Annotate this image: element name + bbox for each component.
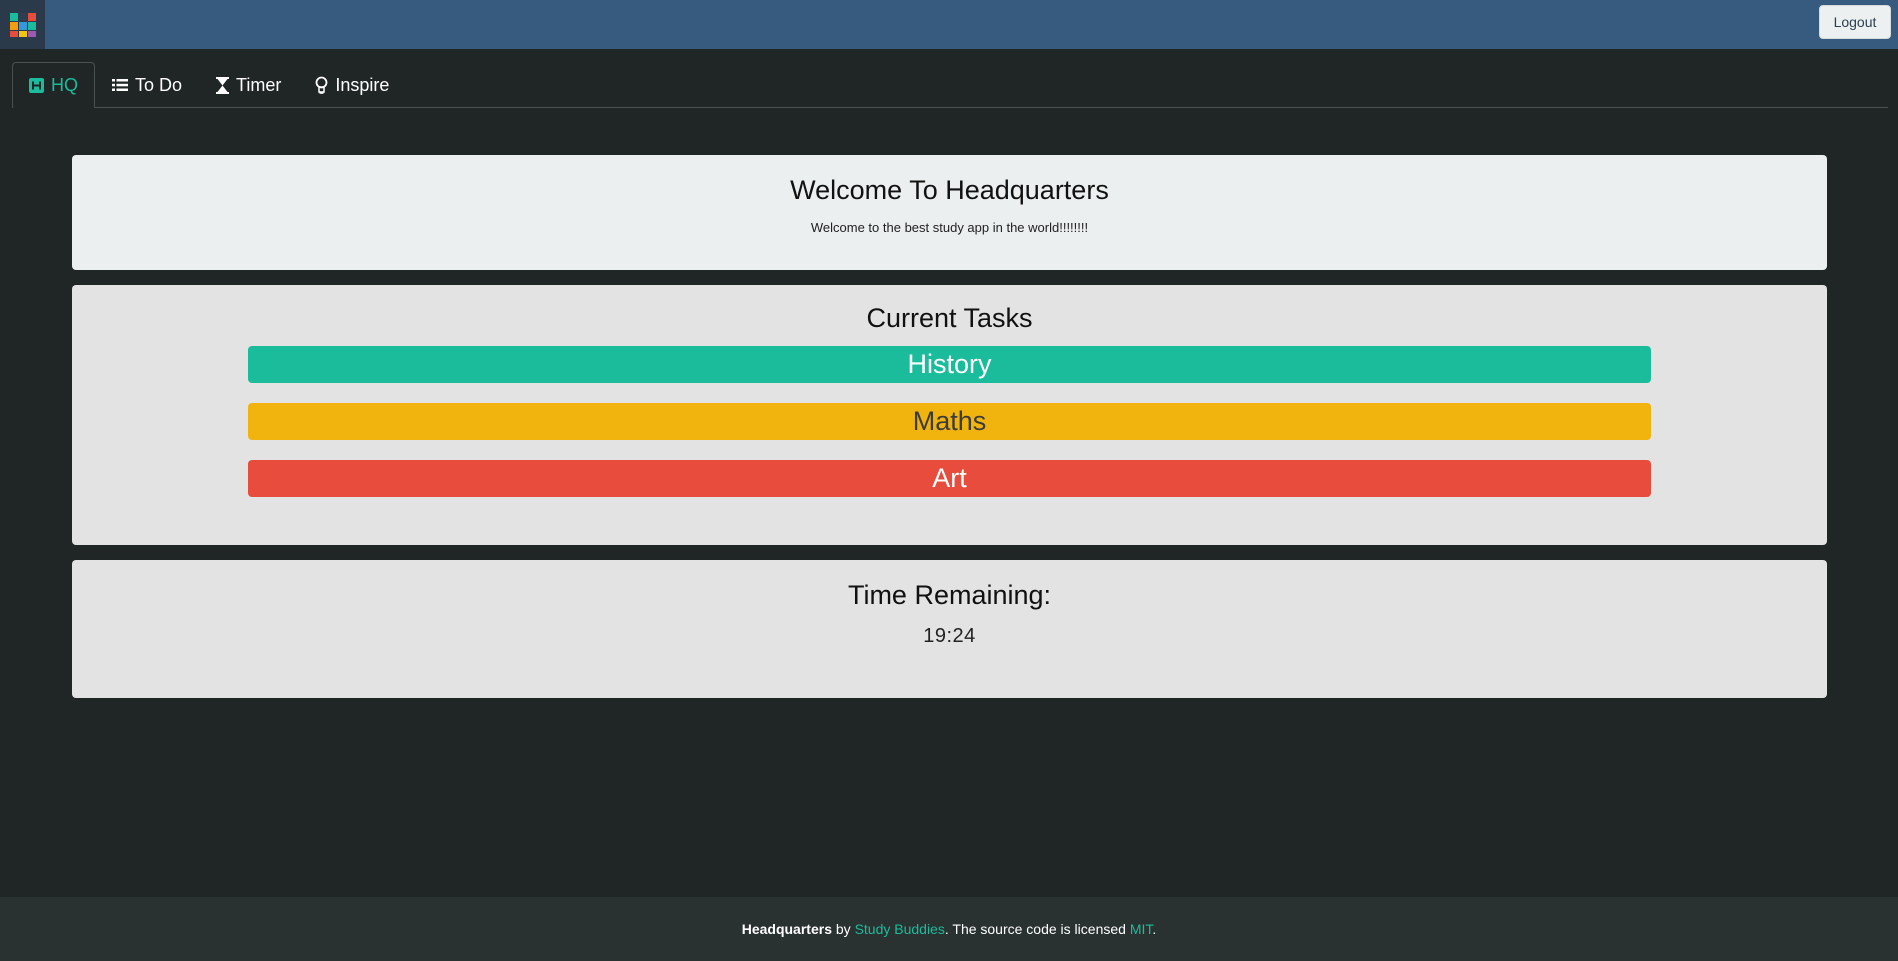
time-remaining-panel: Time Remaining: 19:24 <box>72 560 1827 698</box>
tab-hq[interactable]: HQ <box>12 62 95 108</box>
footer-end-text: . <box>1152 921 1157 937</box>
task-item-history[interactable]: History <box>248 346 1651 383</box>
footer-app-name: Headquarters <box>741 921 832 937</box>
hourglass-icon <box>216 76 230 94</box>
tab-timer-label: Timer <box>236 74 282 95</box>
footer-by-text: by <box>831 921 855 937</box>
tab-inspire[interactable]: Inspire <box>298 62 406 107</box>
footer-license-link[interactable]: MIT <box>1130 921 1153 937</box>
lightbulb-icon <box>315 76 328 94</box>
app-logo-icon[interactable] <box>0 0 45 49</box>
tab-todo[interactable]: To Do <box>95 62 199 107</box>
footer-license-text: . The source code is licensed <box>944 921 1130 937</box>
welcome-subtitle: Welcome to the best study app in the wor… <box>810 220 1089 235</box>
top-navbar: Logout <box>0 0 1898 49</box>
logout-button[interactable]: Logout <box>1819 5 1891 39</box>
tab-hq-label: HQ <box>51 75 78 95</box>
tab-inspire-label: Inspire <box>335 74 390 95</box>
list-icon <box>112 78 128 92</box>
hq-icon <box>29 78 44 93</box>
welcome-title: Welcome To Headquarters <box>790 175 1109 205</box>
task-item-art[interactable]: Art <box>248 460 1651 497</box>
time-remaining-value: 19:24 <box>923 625 976 647</box>
footer-author-link[interactable]: Study Buddies <box>855 921 945 937</box>
current-tasks-title: Current Tasks <box>866 303 1033 333</box>
current-tasks-panel: Current Tasks History Maths Art <box>72 285 1827 545</box>
task-item-maths[interactable]: Maths <box>248 403 1651 440</box>
welcome-panel: Welcome To Headquarters Welcome to the b… <box>72 155 1827 270</box>
footer: Headquarters by Study Buddies. The sourc… <box>0 897 1898 961</box>
main-tabs: HQ To Do Timer Inspire <box>12 62 1888 108</box>
time-remaining-title: Time Remaining: <box>847 580 1052 610</box>
tab-todo-label: To Do <box>135 74 183 95</box>
task-list: History Maths Art <box>248 346 1651 497</box>
tab-timer[interactable]: Timer <box>199 62 298 107</box>
